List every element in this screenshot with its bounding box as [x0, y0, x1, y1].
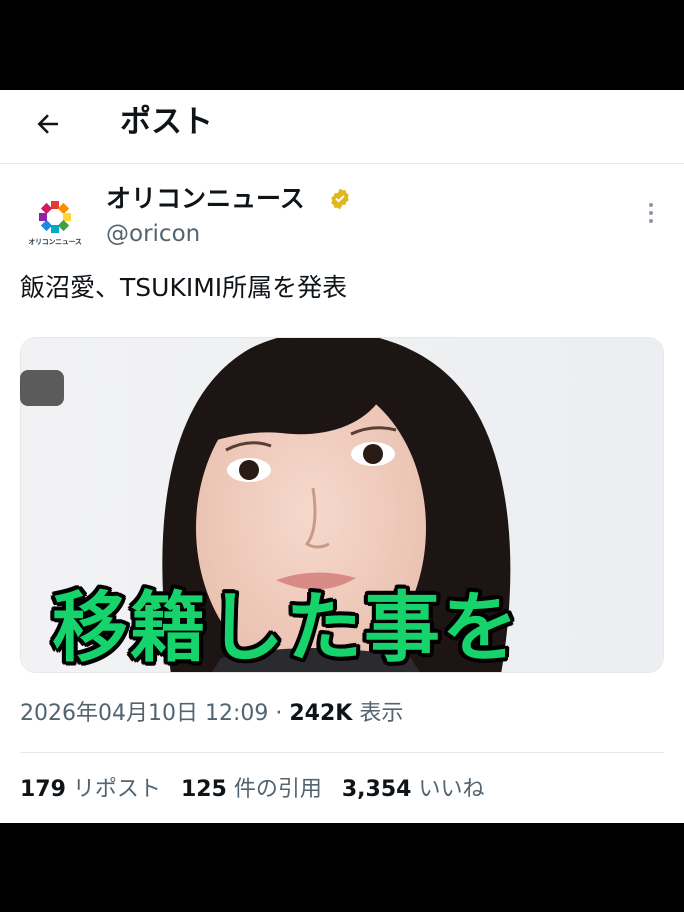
- meta-separator: ·: [268, 701, 290, 726]
- post-screen: ポスト オリコンニュース オリコンニュース @oricon 飯沼愛、TSUKIM…: [0, 90, 684, 823]
- tweet-text: 飯沼愛、TSUKIMI所属を発表: [20, 273, 348, 302]
- avatar[interactable]: オリコンニュース: [24, 192, 86, 254]
- reposts-label: リポスト: [65, 777, 161, 802]
- views-count: 242K: [289, 701, 353, 726]
- author-handle[interactable]: @oricon: [106, 218, 200, 250]
- back-button[interactable]: [26, 102, 70, 146]
- more-dot-icon: [649, 219, 653, 223]
- oricon-logo-icon: [39, 201, 71, 233]
- top-bar: ポスト: [0, 90, 684, 164]
- likes-stat[interactable]: 3,354 いいね: [342, 777, 485, 802]
- back-arrow-icon: [37, 114, 58, 134]
- letterbox-top: [0, 0, 684, 90]
- media-badge: [20, 370, 64, 406]
- author-name[interactable]: オリコンニュース: [106, 182, 305, 216]
- page-title: ポスト: [120, 104, 213, 140]
- video-caption-overlay: 移籍した事を: [52, 583, 520, 672]
- quotes-label: 件の引用: [226, 777, 322, 802]
- more-options-button[interactable]: [636, 198, 666, 228]
- likes-count: 3,354: [341, 777, 412, 802]
- divider: [20, 752, 664, 753]
- reposts-stat[interactable]: 179 リポスト: [20, 777, 161, 802]
- views-label: 表示: [352, 701, 404, 726]
- letterbox-bottom: [0, 823, 684, 912]
- post-timestamp[interactable]: 2026年04月10日 12:09: [20, 701, 268, 726]
- reposts-count: 179: [20, 777, 66, 802]
- engagement-stats: 179 リポスト 125 件の引用 3,354 いいね: [20, 774, 484, 806]
- avatar-logo-text: オリコンニュース: [28, 238, 82, 246]
- quotes-stat[interactable]: 125 件の引用: [181, 777, 322, 802]
- more-dot-icon: [649, 211, 653, 215]
- quotes-count: 125: [180, 777, 227, 802]
- likes-label: いいね: [411, 777, 485, 802]
- post-meta: 2026年04月10日 12:09 · 242K 表示: [20, 698, 403, 730]
- verified-badge-icon: [331, 188, 349, 210]
- more-dot-icon: [649, 203, 653, 207]
